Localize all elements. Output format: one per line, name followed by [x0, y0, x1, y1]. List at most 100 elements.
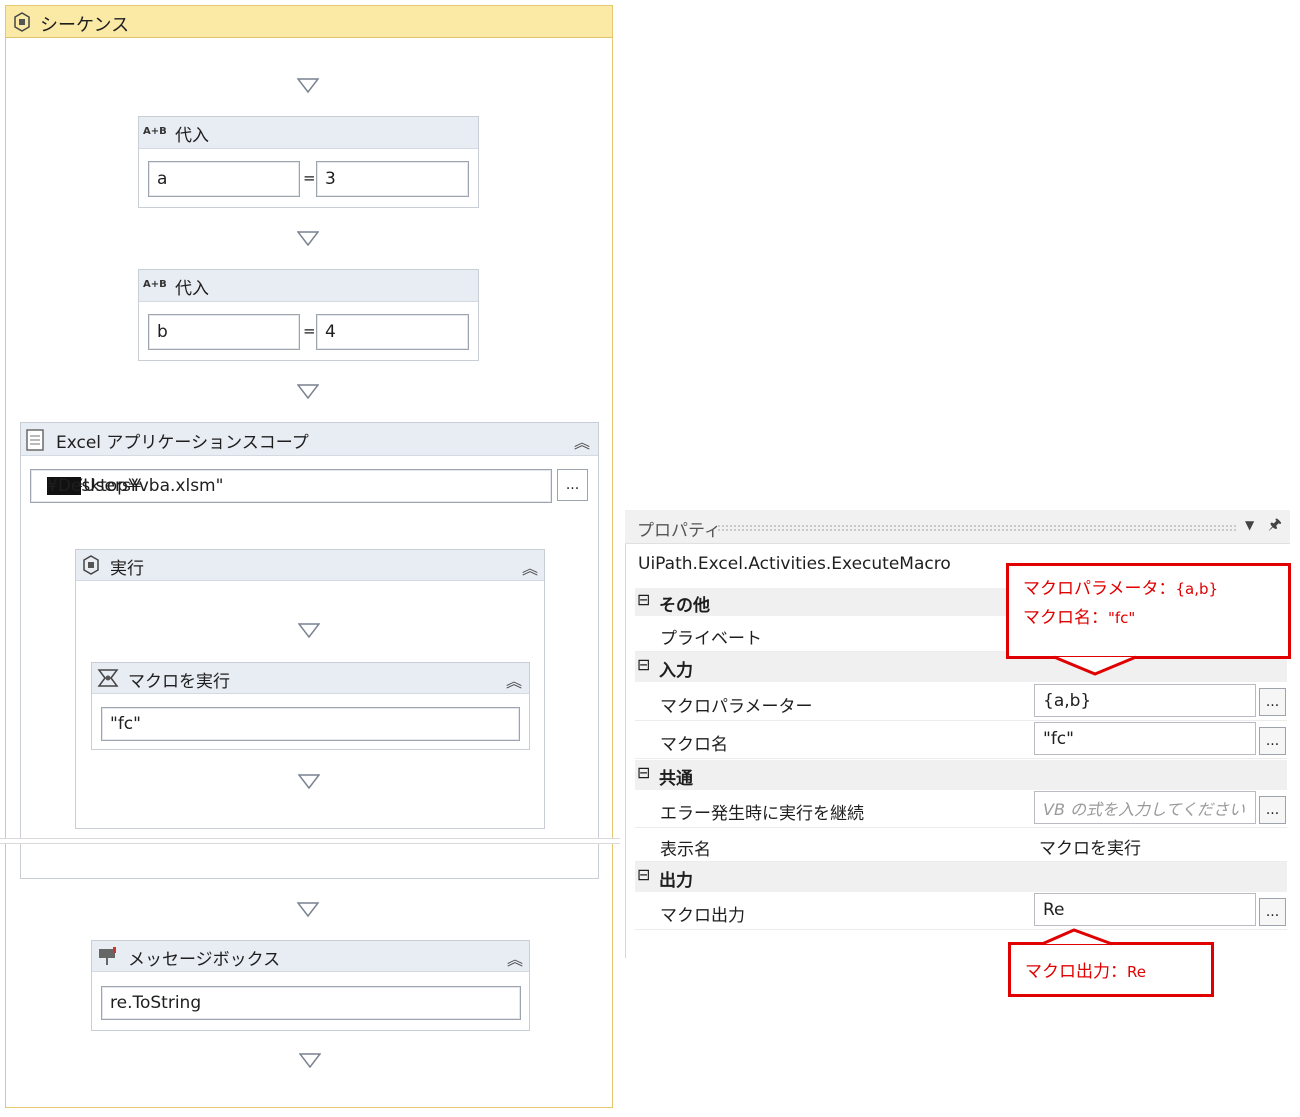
macro-name-value: "fc": [110, 714, 141, 734]
browse-button[interactable]: ...: [557, 469, 588, 501]
sequence-icon: [12, 12, 32, 32]
collapse-icon[interactable]: ︽: [507, 946, 523, 970]
do-sequence-header[interactable]: 実行 ︽: [76, 550, 544, 581]
macro-params-input[interactable]: {a,b}: [1034, 684, 1256, 717]
prop-value: Re: [1043, 899, 1065, 920]
assign-activity-b[interactable]: A+B 代入 b = 4: [138, 269, 479, 361]
execute-macro-icon: [97, 668, 119, 692]
assign-to-field[interactable]: a: [148, 161, 300, 197]
pin-icon[interactable]: 🖈: [1268, 514, 1282, 539]
do-sequence[interactable]: 実行 ︽ マクロを実行 ︽ "fc": [75, 549, 545, 829]
category-label: その他: [659, 596, 710, 616]
assign-icon: A+B: [143, 279, 167, 290]
sequence-icon: [81, 555, 101, 579]
assign-header[interactable]: A+B 代入: [139, 270, 478, 302]
callout-label: マクロ名：: [1023, 608, 1108, 628]
image-cut-line: [0, 838, 620, 844]
message-box-activity[interactable]: メッセージボックス ︽ re.ToString: [91, 940, 530, 1031]
collapse-icon[interactable]: ︽: [506, 668, 522, 692]
equals-sign: =: [303, 322, 316, 340]
prop-placeholder: VB の式を入力してください: [1043, 799, 1246, 819]
execute-macro-title: マクロを実行: [128, 672, 230, 692]
execute-macro-activity[interactable]: マクロを実行 ︽ "fc": [91, 662, 530, 750]
assign-to-value: b: [157, 322, 168, 342]
collapse-category-icon[interactable]: ⊟: [637, 590, 650, 609]
category-common[interactable]: ⊟ 共通: [635, 760, 1287, 790]
callout-params-line2: マクロ名："fc": [1023, 603, 1135, 628]
macro-name-ellipsis-button[interactable]: ...: [1259, 727, 1286, 755]
macro-name-field[interactable]: "fc": [101, 707, 520, 741]
callout-value: Re: [1127, 963, 1146, 981]
drop-arrow-icon[interactable]: [299, 1053, 321, 1068]
callout-label: マクロ出力：: [1025, 962, 1127, 982]
drop-arrow-icon[interactable]: [297, 231, 319, 246]
macro-name-input[interactable]: "fc": [1034, 722, 1256, 755]
collapse-category-icon[interactable]: ⊟: [637, 763, 650, 782]
equals-sign: =: [303, 169, 316, 187]
category-label: 入力: [659, 661, 693, 681]
message-text-field[interactable]: re.ToString: [101, 986, 521, 1020]
assign-title: 代入: [175, 126, 209, 146]
drop-arrow-icon[interactable]: [297, 78, 319, 93]
sequence-title: シーケンス: [40, 15, 130, 36]
excel-scope-header[interactable]: Excel アプリケーションスコープ ︽: [21, 423, 598, 456]
collapse-icon[interactable]: ︽: [574, 429, 590, 453]
assign-value-text: 4: [325, 322, 336, 342]
prop-label: プライベート: [660, 629, 762, 649]
prop-value: {a,b}: [1043, 690, 1092, 711]
category-output[interactable]: ⊟ 出力: [635, 862, 1287, 892]
message-text-value: re.ToString: [110, 993, 202, 1013]
assign-value-field[interactable]: 3: [316, 161, 469, 197]
macro-params-ellipsis-button[interactable]: ...: [1259, 688, 1286, 716]
assign-icon: A+B: [143, 126, 167, 137]
execute-macro-header[interactable]: マクロを実行 ︽: [92, 663, 529, 694]
continue-on-error-input[interactable]: VB の式を入力してください: [1034, 791, 1256, 824]
workbook-path-field[interactable]: "C:¥Users¥ ¥Desktop¥vba.xlsm": [30, 469, 552, 503]
excel-application-scope[interactable]: Excel アプリケーションスコープ ︽ "C:¥Users¥ ¥Desktop¥…: [20, 422, 599, 879]
prop-row-display-name[interactable]: 表示名 マクロを実行: [635, 828, 1287, 862]
callout-value: "fc": [1108, 609, 1136, 627]
sequence-header[interactable]: シーケンス: [5, 5, 613, 38]
macro-output-ellipsis-button[interactable]: ...: [1259, 898, 1286, 926]
prop-value: "fc": [1043, 728, 1074, 749]
properties-header: プロパティ ▼ 🖈: [625, 510, 1290, 544]
assign-value-text: 3: [325, 169, 336, 189]
assign-to-value: a: [157, 169, 168, 189]
callout-label: マクロパラメータ：: [1023, 579, 1176, 599]
callout-params: マクロパラメータ：{a,b} マクロ名："fc": [1006, 563, 1291, 659]
assign-header[interactable]: A+B 代入: [139, 117, 478, 149]
prop-label: エラー発生時に実行を継続: [660, 804, 864, 824]
assign-to-field[interactable]: b: [148, 314, 300, 350]
drop-arrow-icon[interactable]: [298, 623, 320, 638]
category-label: 出力: [659, 871, 693, 891]
macro-output-input[interactable]: Re: [1034, 893, 1256, 926]
dropdown-arrow-icon[interactable]: ▼: [1245, 518, 1254, 532]
prop-label: マクロ出力: [660, 906, 745, 926]
assign-title: 代入: [175, 279, 209, 299]
drop-arrow-icon[interactable]: [297, 384, 319, 399]
excel-icon: [26, 429, 44, 455]
message-box-icon: [97, 946, 119, 970]
category-label: 共通: [659, 769, 693, 789]
prop-label: マクロ名: [660, 735, 728, 755]
collapse-category-icon[interactable]: ⊟: [637, 655, 650, 674]
properties-title: プロパティ: [637, 521, 721, 541]
assign-activity-a[interactable]: A+B 代入 a = 3: [138, 116, 479, 208]
continue-on-error-ellipsis-button[interactable]: ...: [1259, 796, 1286, 824]
type-name: UiPath.Excel.Activities.ExecuteMacro: [638, 554, 951, 574]
collapse-icon[interactable]: ︽: [522, 555, 538, 579]
drop-arrow-icon[interactable]: [298, 774, 320, 789]
path-suffix: ¥Desktop¥vba.xlsm": [47, 476, 224, 496]
assign-value-field[interactable]: 4: [316, 314, 469, 350]
display-name-value[interactable]: マクロを実行: [1039, 834, 1141, 859]
callout-params-line1: マクロパラメータ：{a,b}: [1023, 574, 1218, 599]
message-box-title: メッセージボックス: [128, 950, 281, 970]
prop-label: 表示名: [660, 840, 711, 860]
collapse-category-icon[interactable]: ⊟: [637, 865, 650, 884]
callout-pointer: [1053, 655, 1137, 676]
prop-label: マクロパラメーター: [660, 697, 813, 717]
excel-scope-title: Excel アプリケーションスコープ: [56, 433, 309, 453]
callout-output-line: マクロ出力：Re: [1025, 957, 1146, 982]
message-box-header[interactable]: メッセージボックス ︽: [92, 941, 529, 972]
drop-arrow-icon[interactable]: [297, 902, 319, 917]
